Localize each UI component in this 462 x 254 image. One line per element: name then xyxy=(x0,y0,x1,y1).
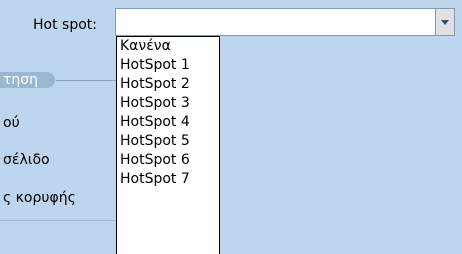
hotspot-label: Hot spot: xyxy=(33,17,97,33)
dropdown-option[interactable]: HotSpot 5 xyxy=(117,132,219,151)
sidebar-divider xyxy=(0,220,116,221)
group-header-divider xyxy=(56,80,116,81)
hotspot-dropdown-list[interactable]: Κανένα HotSpot 1 HotSpot 2 HotSpot 3 Hot… xyxy=(116,36,220,254)
dropdown-option[interactable]: HotSpot 7 xyxy=(117,170,219,189)
hotspot-combobox[interactable] xyxy=(115,8,455,36)
dropdown-option[interactable]: HotSpot 6 xyxy=(117,151,219,170)
dropdown-option[interactable]: HotSpot 2 xyxy=(117,75,219,94)
group-header-label: τηση xyxy=(3,72,39,88)
dropdown-option[interactable]: HotSpot 1 xyxy=(117,56,219,75)
dropdown-option[interactable]: HotSpot 3 xyxy=(117,94,219,113)
sidebar-item-label[interactable]: ού xyxy=(3,115,20,131)
chevron-down-icon[interactable] xyxy=(435,9,454,35)
dropdown-option-none[interactable]: Κανένα xyxy=(117,37,219,56)
sidebar-item-label[interactable]: ς κορυφής xyxy=(3,190,76,206)
sidebar-item-label[interactable]: σέλιδο xyxy=(3,152,50,168)
properties-panel: Hot spot: τηση ού σέλιδο ς κορυφής xyxy=(0,0,462,254)
dropdown-option[interactable]: HotSpot 4 xyxy=(117,113,219,132)
